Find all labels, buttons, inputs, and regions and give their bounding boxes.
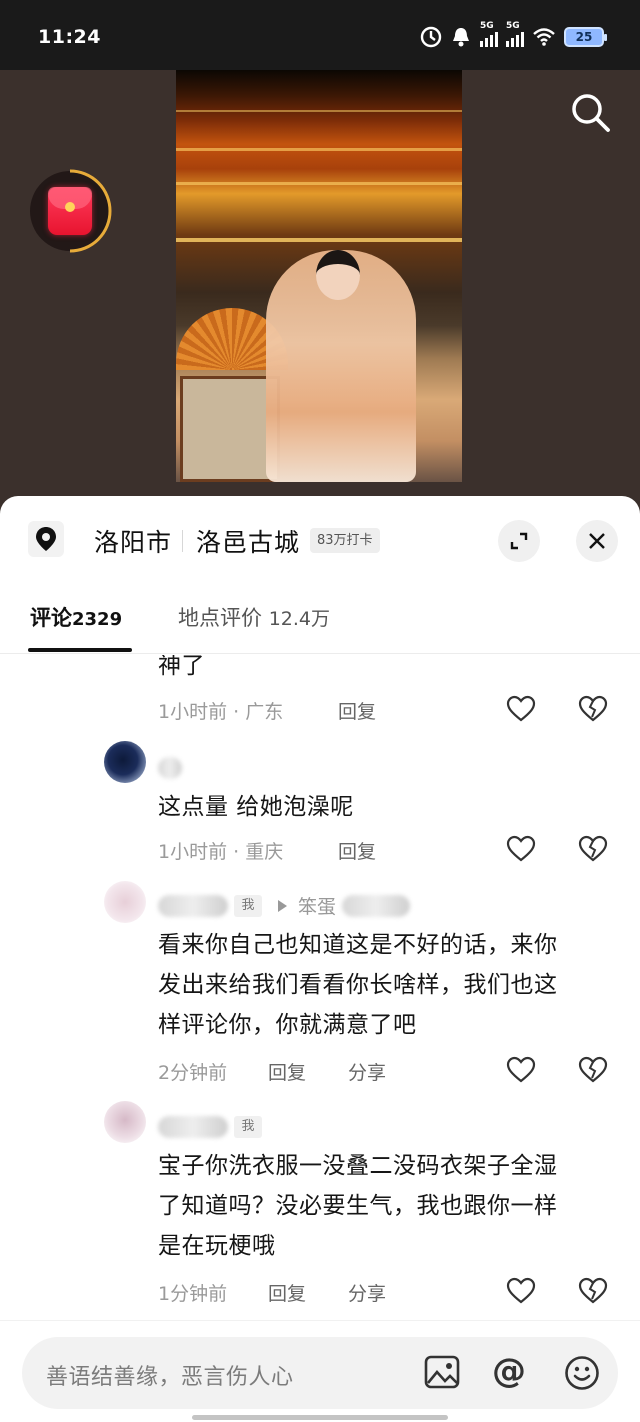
comment-time: 1小时前 · 广东 <box>158 701 284 723</box>
reply-button[interactable]: 回复 <box>268 1058 306 1085</box>
battery-indicator: 25 <box>564 27 607 47</box>
comment-text: 神了 <box>158 655 205 679</box>
close-icon <box>589 533 605 549</box>
broken-heart-icon[interactable] <box>578 1056 608 1084</box>
comments-sheet: 洛阳市 洛邑古城 83万打卡 评论2329 地点评价 12.4万 神了 1小时前… <box>0 496 640 1422</box>
comment-text: 这点量 给她泡澡呢 <box>158 794 354 820</box>
location-city[interactable]: 洛阳市 <box>94 523 172 559</box>
share-button[interactable]: 分享 <box>348 1279 386 1306</box>
heart-icon[interactable] <box>506 695 536 723</box>
video-area[interactable] <box>0 70 640 510</box>
username-blurred <box>342 895 410 917</box>
me-badge: 我 <box>234 1116 262 1138</box>
username-blurred[interactable] <box>158 1116 228 1138</box>
comment-text: 看来你自己也知道这是不好的话，来你 发出来给我们看看你长啥样，我们也这 样评论你… <box>158 932 558 1038</box>
location-place[interactable]: 洛邑古城 <box>196 523 300 559</box>
comment-time: 1分钟前 <box>158 1283 228 1305</box>
comment-input[interactable]: 善语结善缘，恶言伤人心 @ <box>22 1337 618 1409</box>
search-icon[interactable] <box>568 89 614 135</box>
avatar[interactable] <box>104 1101 146 1143</box>
signal-5g-1: 5G <box>480 21 498 47</box>
reply-button[interactable]: 回复 <box>268 1279 306 1306</box>
notification-bell-icon <box>453 28 469 47</box>
status-icons: 5G 5G 25 <box>420 21 607 52</box>
tab-comments[interactable]: 评论2329 <box>30 602 122 632</box>
clock-icon <box>420 26 442 48</box>
heart-icon[interactable] <box>506 1056 536 1084</box>
broken-heart-icon[interactable] <box>578 835 608 863</box>
video-thumbnail[interactable] <box>176 70 462 482</box>
expand-icon <box>510 532 528 550</box>
broken-heart-icon[interactable] <box>578 695 608 723</box>
signal-5g-2: 5G <box>506 21 524 47</box>
comment-input-bar: 善语结善缘，恶言伤人心 @ <box>0 1320 640 1422</box>
status-time: 11:24 <box>38 26 101 48</box>
heart-icon[interactable] <box>506 1277 536 1305</box>
comment-list[interactable]: 神了 1小时前 · 广东 回复 这点量 给她泡澡呢 1小时前 · 重庆 回复 我… <box>0 655 640 1315</box>
username-blurred[interactable] <box>158 757 182 779</box>
wifi-icon <box>533 28 555 46</box>
username-blurred[interactable] <box>158 895 228 917</box>
comment-input-placeholder: 善语结善缘，恶言伤人心 <box>46 1365 294 1390</box>
comment-time: 1小时前 · 重庆 <box>158 841 284 863</box>
person-head <box>316 250 360 300</box>
me-badge: 我 <box>234 895 262 917</box>
status-bar: 11:24 5G 5G 25 <box>0 0 640 70</box>
reply-button[interactable]: 回复 <box>338 837 376 864</box>
at-icon[interactable]: @ <box>492 1351 526 1391</box>
broken-heart-icon[interactable] <box>578 1277 608 1305</box>
comment-time: 2分钟前 <box>158 1062 228 1084</box>
reply-button[interactable]: 回复 <box>338 697 376 724</box>
emoji-icon[interactable] <box>564 1355 600 1391</box>
home-indicator[interactable] <box>192 1415 448 1420</box>
tab-location-reviews[interactable]: 地点评价 12.4万 <box>178 602 330 632</box>
red-packet-icon <box>48 187 92 235</box>
avatar[interactable] <box>104 881 146 923</box>
avatar[interactable] <box>104 741 146 783</box>
close-button[interactable] <box>576 520 618 562</box>
expand-button[interactable] <box>498 520 540 562</box>
red-packet-button[interactable] <box>26 167 114 255</box>
active-tab-indicator <box>28 648 132 652</box>
location-pin-icon <box>28 521 64 557</box>
checkin-count-badge: 83万打卡 <box>310 528 380 553</box>
reply-to-name[interactable]: 笨蛋 <box>298 892 336 919</box>
reply-arrow-icon <box>278 900 287 912</box>
painted-screen-graphic <box>180 376 280 482</box>
image-icon[interactable] <box>424 1355 460 1389</box>
share-button[interactable]: 分享 <box>348 1058 386 1085</box>
location-divider <box>182 530 183 552</box>
heart-icon[interactable] <box>506 835 536 863</box>
tab-bar: 评论2329 地点评价 12.4万 <box>0 592 640 654</box>
location-header: 洛阳市 洛邑古城 83万打卡 <box>0 496 640 584</box>
comment-text: 宝子你洗衣服一没叠二没码衣架子全湿 了知道吗？没必要生气，我也跟你一样 是在玩梗… <box>158 1153 558 1259</box>
